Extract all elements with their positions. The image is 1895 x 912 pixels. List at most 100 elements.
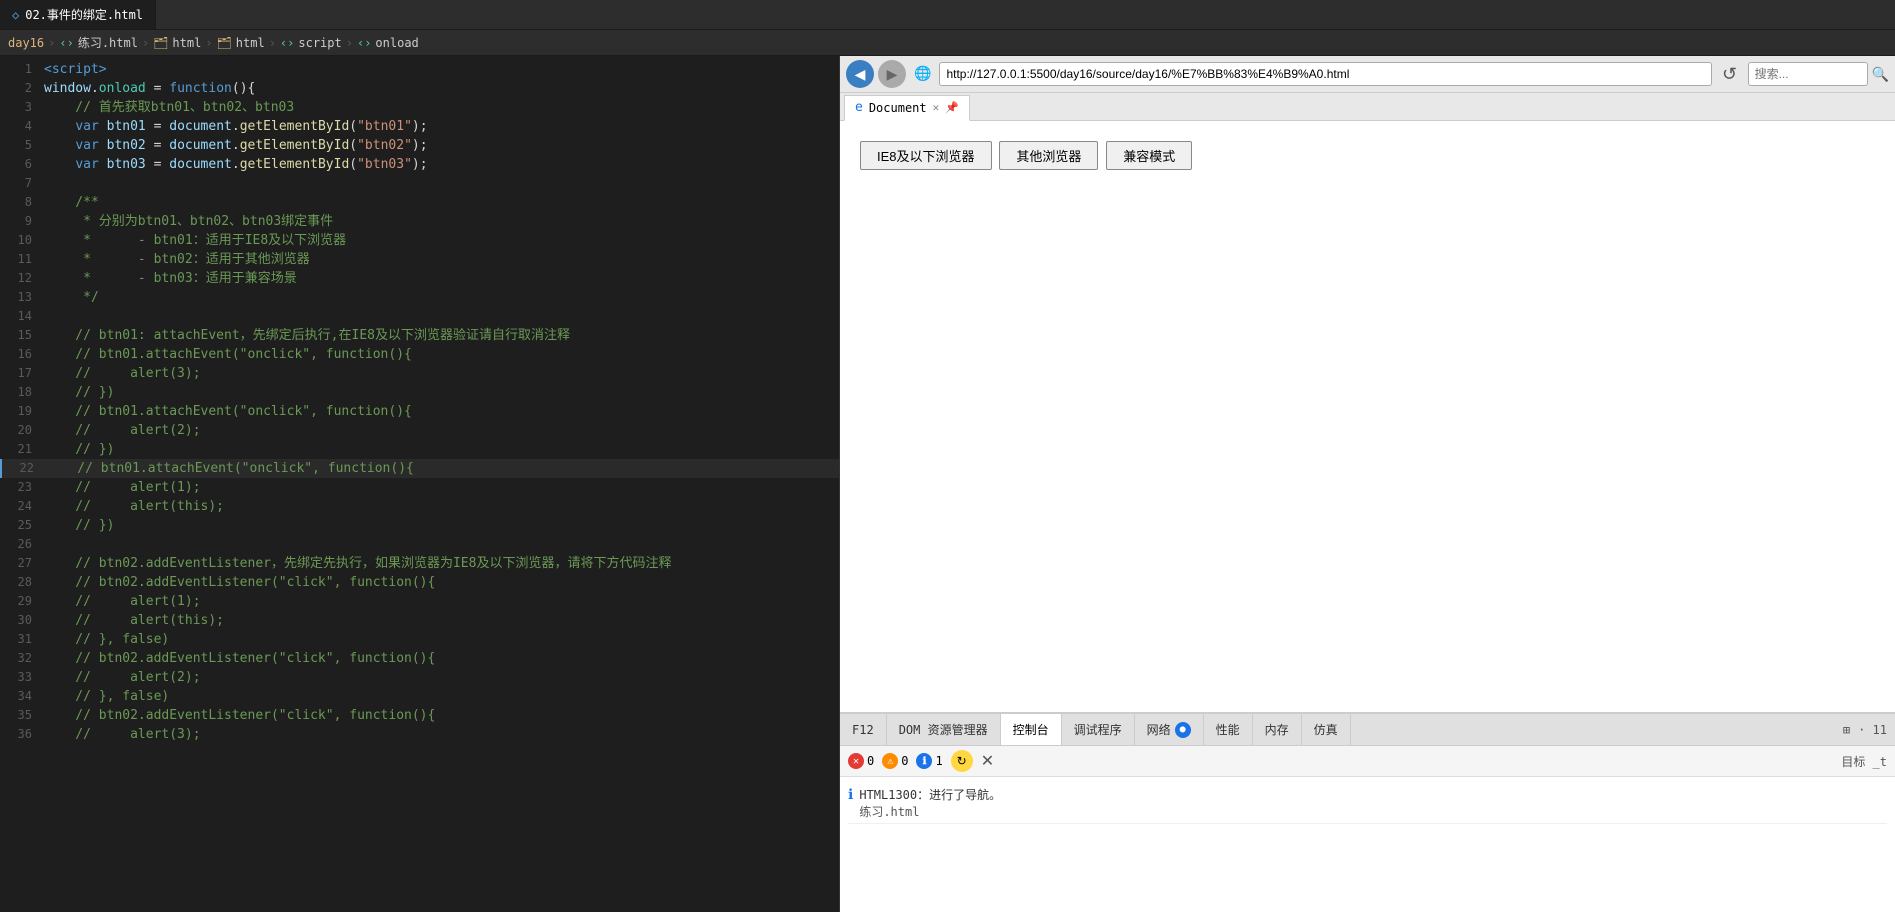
code-line-14: 14 [0,307,839,326]
code-line-23: 23 // alert(1); [0,478,839,497]
breadcrumb-onload[interactable]: onload [375,36,418,50]
devtools-refresh-button[interactable]: ↻ [951,750,973,772]
code-line-13: 13 */ [0,288,839,307]
code-line-17: 17 // alert(3); [0,364,839,383]
search-button[interactable]: 🔍 [1872,66,1889,83]
forward-button[interactable]: ▶ [878,60,906,88]
devtools-tab-network[interactable]: 网络 ● [1135,714,1204,745]
doc-tab-label: Document [869,101,927,115]
browser-panel: ◀ ▶ 🌐 ↺ 🔍 e Document ✕ 📌 IE8及以下浏览器 其他浏览器… [840,56,1895,912]
devtools-tab-console[interactable]: 控制台 [1001,714,1062,745]
code-line-36: 36 // alert(3); [0,725,839,744]
breadcrumb-script[interactable]: script [298,36,341,50]
code-line-7: 7 [0,174,839,193]
doc-tab-bar: e Document ✕ 📌 [840,93,1895,121]
code-line-21: 21 // }) [0,440,839,459]
breadcrumb-head-icon: 🗂 [217,36,232,50]
code-line-22: 22 // btn01.attachEvent("onclick", funct… [0,459,839,478]
code-line-27: 27 // btn02.addEventListener，先绑定先执行，如果浏览… [0,554,839,573]
devtools-tabs: F12 DOM 资源管理器 控制台 调试程序 网络 ● 性能 [840,714,1895,746]
error-count: ✕ 0 [848,753,874,769]
devtools-tab-perf[interactable]: 性能 [1204,714,1253,745]
code-line-31: 31 // }, false) [0,630,839,649]
warning-count: ⚠ 0 [882,753,908,769]
code-line-5: 5 var btn02 = document.getElementById("b… [0,136,839,155]
code-line-30: 30 // alert(this); [0,611,839,630]
error-icon: ✕ [848,753,864,769]
code-line-24: 24 // alert(this); [0,497,839,516]
compat-button[interactable]: 兼容模式 [1106,141,1192,170]
code-line-28: 28 // btn02.addEventListener("click", fu… [0,573,839,592]
code-line-19: 19 // btn01.attachEvent("onclick", funct… [0,402,839,421]
document-tab[interactable]: e Document ✕ 📌 [844,95,970,121]
code-line-29: 29 // alert(1); [0,592,839,611]
breadcrumb-html[interactable]: html [172,36,201,50]
breadcrumb-html-file[interactable]: 练习.html [78,34,138,51]
back-button[interactable]: ◀ [846,60,874,88]
code-line-2: 2 window.onload = function(){ [0,79,839,98]
code-line-3: 3 // 首先获取btn01、btn02、btn03 [0,98,839,117]
code-line-35: 35 // btn02.addEventListener("click", fu… [0,706,839,725]
log-file: 练习.html [859,803,1001,820]
browser-toolbar: ◀ ▶ 🌐 ↺ 🔍 [840,56,1895,93]
main-area: 1 <script> 2 window.onload = function(){… [0,56,1895,912]
log-entry-1: ℹ HTML1300：进行了导航。 练习.html [848,783,1887,824]
code-line-11: 11 * - btn02：适用于其他浏览器 [0,250,839,269]
devtools-tab-emulation[interactable]: 仿真 [1302,714,1351,745]
code-line-12: 12 * - btn03：适用于兼容场景 [0,269,839,288]
devtools-tab-right: ⊞ · 11 [1835,723,1895,737]
tab-bar: ◇ 02.事件的绑定.html [0,0,1895,30]
info-icon: ℹ [916,753,932,769]
devtools-layout-icon[interactable]: ⊞ [1843,723,1850,737]
breadcrumb: day16 › ‹› 练习.html › 🗂 html › 🗂 html › ‹… [0,30,1895,56]
code-line-25: 25 // }) [0,516,839,535]
doc-tab-pin[interactable]: 📌 [945,101,959,114]
code-line-20: 20 // alert(2); [0,421,839,440]
code-line-34: 34 // }, false) [0,687,839,706]
log-info-icon: ℹ [848,787,853,803]
code-line-16: 16 // btn01.attachEvent("onclick", funct… [0,345,839,364]
devtools-tab-f12[interactable]: F12 [840,714,887,745]
code-line-15: 15 // btn01: attachEvent，先绑定后执行,在IE8及以下浏… [0,326,839,345]
devtools-panel: F12 DOM 资源管理器 控制台 调试程序 网络 ● 性能 [840,712,1895,912]
browser-content: IE8及以下浏览器 其他浏览器 兼容模式 [840,121,1895,712]
devtools-content: ℹ HTML1300：进行了导航。 练习.html [840,777,1895,912]
refresh-button[interactable]: ↺ [1716,60,1744,88]
breadcrumb-head[interactable]: html [236,36,265,50]
code-line-10: 10 * - btn01：适用于IE8及以下浏览器 [0,231,839,250]
warning-icon: ⚠ [882,753,898,769]
search-input[interactable] [1748,62,1868,86]
code-line-33: 33 // alert(2); [0,668,839,687]
devtools-tab-dom[interactable]: DOM 资源管理器 [887,714,1001,745]
code-line-9: 9 * 分别为btn01、btn02、btn03绑定事件 [0,212,839,231]
devtools-target-label: 目标 _t [1841,753,1887,770]
code-line-18: 18 // }) [0,383,839,402]
doc-tab-close[interactable]: ✕ [933,101,940,114]
document-page: IE8及以下浏览器 其他浏览器 兼容模式 [840,121,1895,712]
devtools-tab-memory[interactable]: 内存 [1253,714,1302,745]
devtools-toolbar: ✕ 0 ⚠ 0 ℹ 1 ↻ ✕ 目标 _t [840,746,1895,777]
breadcrumb-day16[interactable]: day16 [8,36,44,50]
tab-label: 02.事件的绑定.html [25,6,143,23]
ie8-button[interactable]: IE8及以下浏览器 [860,141,992,170]
code-line-32: 32 // btn02.addEventListener("click", fu… [0,649,839,668]
breadcrumb-script-icon: ‹› [280,36,294,50]
code-line-1: 1 <script> [0,60,839,79]
ie-icon: e [855,100,863,115]
code-line-4: 4 var btn01 = document.getElementById("b… [0,117,839,136]
code-panel[interactable]: 1 <script> 2 window.onload = function(){… [0,56,840,912]
devtools-clear-button[interactable]: ✕ [981,751,994,771]
url-bar[interactable] [939,62,1711,86]
code-line-8: 8 /** [0,193,839,212]
file-icon: ◇ [12,8,19,22]
other-browser-button[interactable]: 其他浏览器 [999,141,1098,170]
breadcrumb-onload-icon: ‹› [357,36,371,50]
breadcrumb-html-tag: 🗂 [153,36,168,50]
code-line-6: 6 var btn03 = document.getElementById("b… [0,155,839,174]
code-line-26: 26 [0,535,839,554]
log-message: HTML1300：进行了导航。 [859,786,1001,803]
devtools-tab-debugger[interactable]: 调试程序 [1062,714,1135,745]
globe-icon: 🌐 [910,64,935,84]
network-badge: ● [1175,722,1191,738]
editor-tab[interactable]: ◇ 02.事件的绑定.html [0,0,156,29]
